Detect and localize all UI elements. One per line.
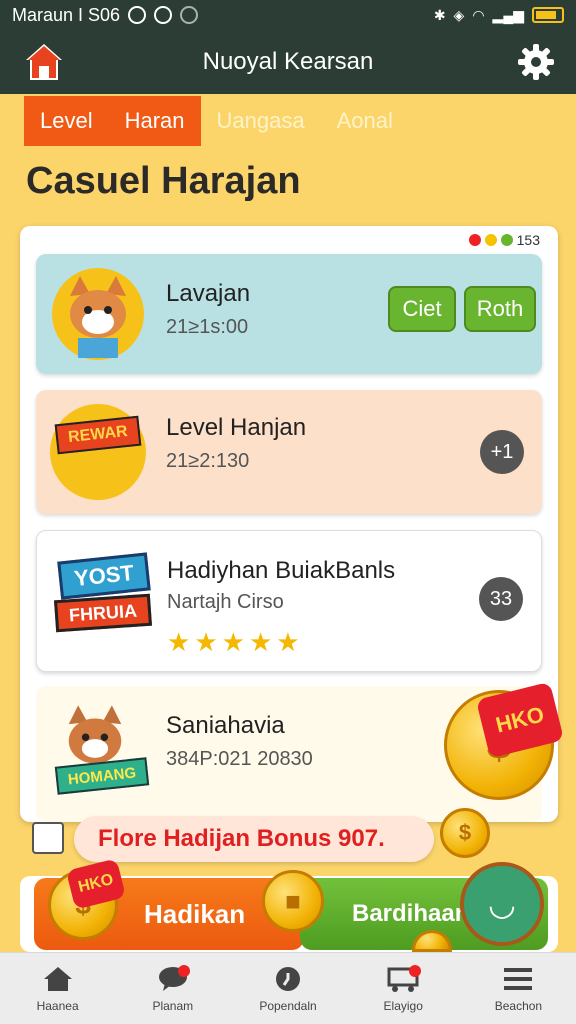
tab-uangasa[interactable]: Uangasa	[201, 96, 321, 146]
nav-label: Haanea	[36, 998, 79, 1013]
item-subtitle: 21≥1s:00	[166, 316, 249, 338]
yost-sign: YOST	[57, 552, 151, 600]
tab-aonal[interactable]: Aonal	[321, 96, 409, 146]
item-subtitle: 21≥2:130	[166, 450, 250, 472]
rating-stars: ★ ★ ★ ★ ★	[167, 627, 300, 658]
notification-icon	[128, 6, 147, 24]
list-item[interactable]: REWAR Level Hanjan 21≥2:130 +1	[36, 390, 542, 514]
star-icon: ★	[248, 627, 273, 657]
menu-icon	[504, 967, 533, 990]
page-title: Casuel Harajan	[26, 160, 301, 202]
star-icon: ★	[276, 627, 300, 657]
roth-button[interactable]: Roth	[464, 286, 536, 332]
battery-icon	[532, 7, 564, 23]
bonus-strip: Flore Hadijan Bonus 907.	[32, 816, 434, 862]
bowl-icon[interactable]: ◡	[460, 862, 544, 946]
nav-item-planam[interactable]: Planam	[115, 953, 230, 1024]
status-bar: Maraun I S06 ✱ ◈ ◠ ▂▄▆	[0, 0, 576, 30]
gift-box-icon: ■	[262, 870, 324, 932]
app-bar: Nuoyal Kearsan	[0, 30, 576, 94]
coin-icon	[484, 234, 497, 246]
bottom-nav: Haanea Planam Popendaln Elayigo Beachon	[0, 952, 576, 1024]
star-icon	[500, 234, 513, 246]
home-icon	[43, 966, 72, 991]
nav-label: Popendaln	[259, 998, 317, 1013]
tab-group-active: Level Haran	[24, 96, 201, 146]
red-gem-icon	[468, 234, 481, 246]
stats-count: 153	[516, 232, 540, 248]
gear-icon[interactable]	[516, 42, 556, 82]
signal-icon: ▂▄▆	[492, 6, 524, 23]
wifi-icon: ◠	[472, 6, 485, 23]
fox-avatar-icon	[52, 268, 144, 360]
nav-item-haanea[interactable]: Haanea	[0, 953, 115, 1024]
list-item[interactable]: YOST FHRUIA Hadiyhan BuiakBanls Nartajh …	[36, 530, 542, 672]
refresh-icon	[276, 966, 300, 991]
fhruia-sign: FHRUIA	[54, 593, 152, 633]
nav-label: Elayigo	[383, 998, 423, 1013]
tab-level[interactable]: Level	[24, 96, 109, 146]
gift-card-icon	[32, 822, 64, 854]
item-title: Hadiyhan BuiakBanls	[167, 557, 396, 584]
home-icon[interactable]	[22, 40, 66, 84]
bonus-banner[interactable]: Flore Hadijan Bonus 907.	[74, 816, 434, 862]
nav-item-beachon[interactable]: Beachon	[461, 953, 576, 1024]
item-title: Lavajan	[166, 280, 251, 307]
notification-dot	[408, 965, 421, 977]
tab-bar: Level Haran Uangasa Aonal	[24, 96, 409, 146]
status-left-text: Maraun I S06	[12, 4, 121, 25]
item-subtitle: Nartajh Cirso	[167, 591, 284, 613]
list-item[interactable]: Lavajan 21≥1s:00 Ciet Roth	[36, 254, 542, 374]
nav-item-elayigo[interactable]: Elayigo	[346, 953, 461, 1024]
small-coin-icon: $	[440, 808, 490, 858]
nav-label: Beachon	[494, 998, 543, 1013]
app-notification-icon	[154, 6, 173, 24]
bluetooth-icon: ✱	[433, 6, 446, 23]
panel-stats: 153	[468, 232, 540, 248]
nav-label: Planam	[152, 998, 194, 1013]
item-title: Saniahavia	[166, 712, 285, 739]
count-badge: 33	[479, 577, 523, 621]
nav-item-popendaln[interactable]: Popendaln	[230, 953, 345, 1024]
star-icon: ★	[167, 627, 191, 657]
shield-icon: ◈	[453, 6, 465, 23]
item-title: Level Hanjan	[166, 414, 307, 441]
app-title: Nuoyal Kearsan	[202, 48, 374, 75]
star-icon: ★	[194, 627, 218, 657]
item-subtitle: 384P:021 20830	[166, 748, 313, 770]
tab-haran[interactable]: Haran	[108, 96, 201, 146]
count-badge: +1	[480, 430, 524, 474]
star-icon: ★	[221, 627, 245, 657]
sync-icon	[180, 6, 199, 24]
ciet-button[interactable]: Ciet	[388, 286, 456, 332]
